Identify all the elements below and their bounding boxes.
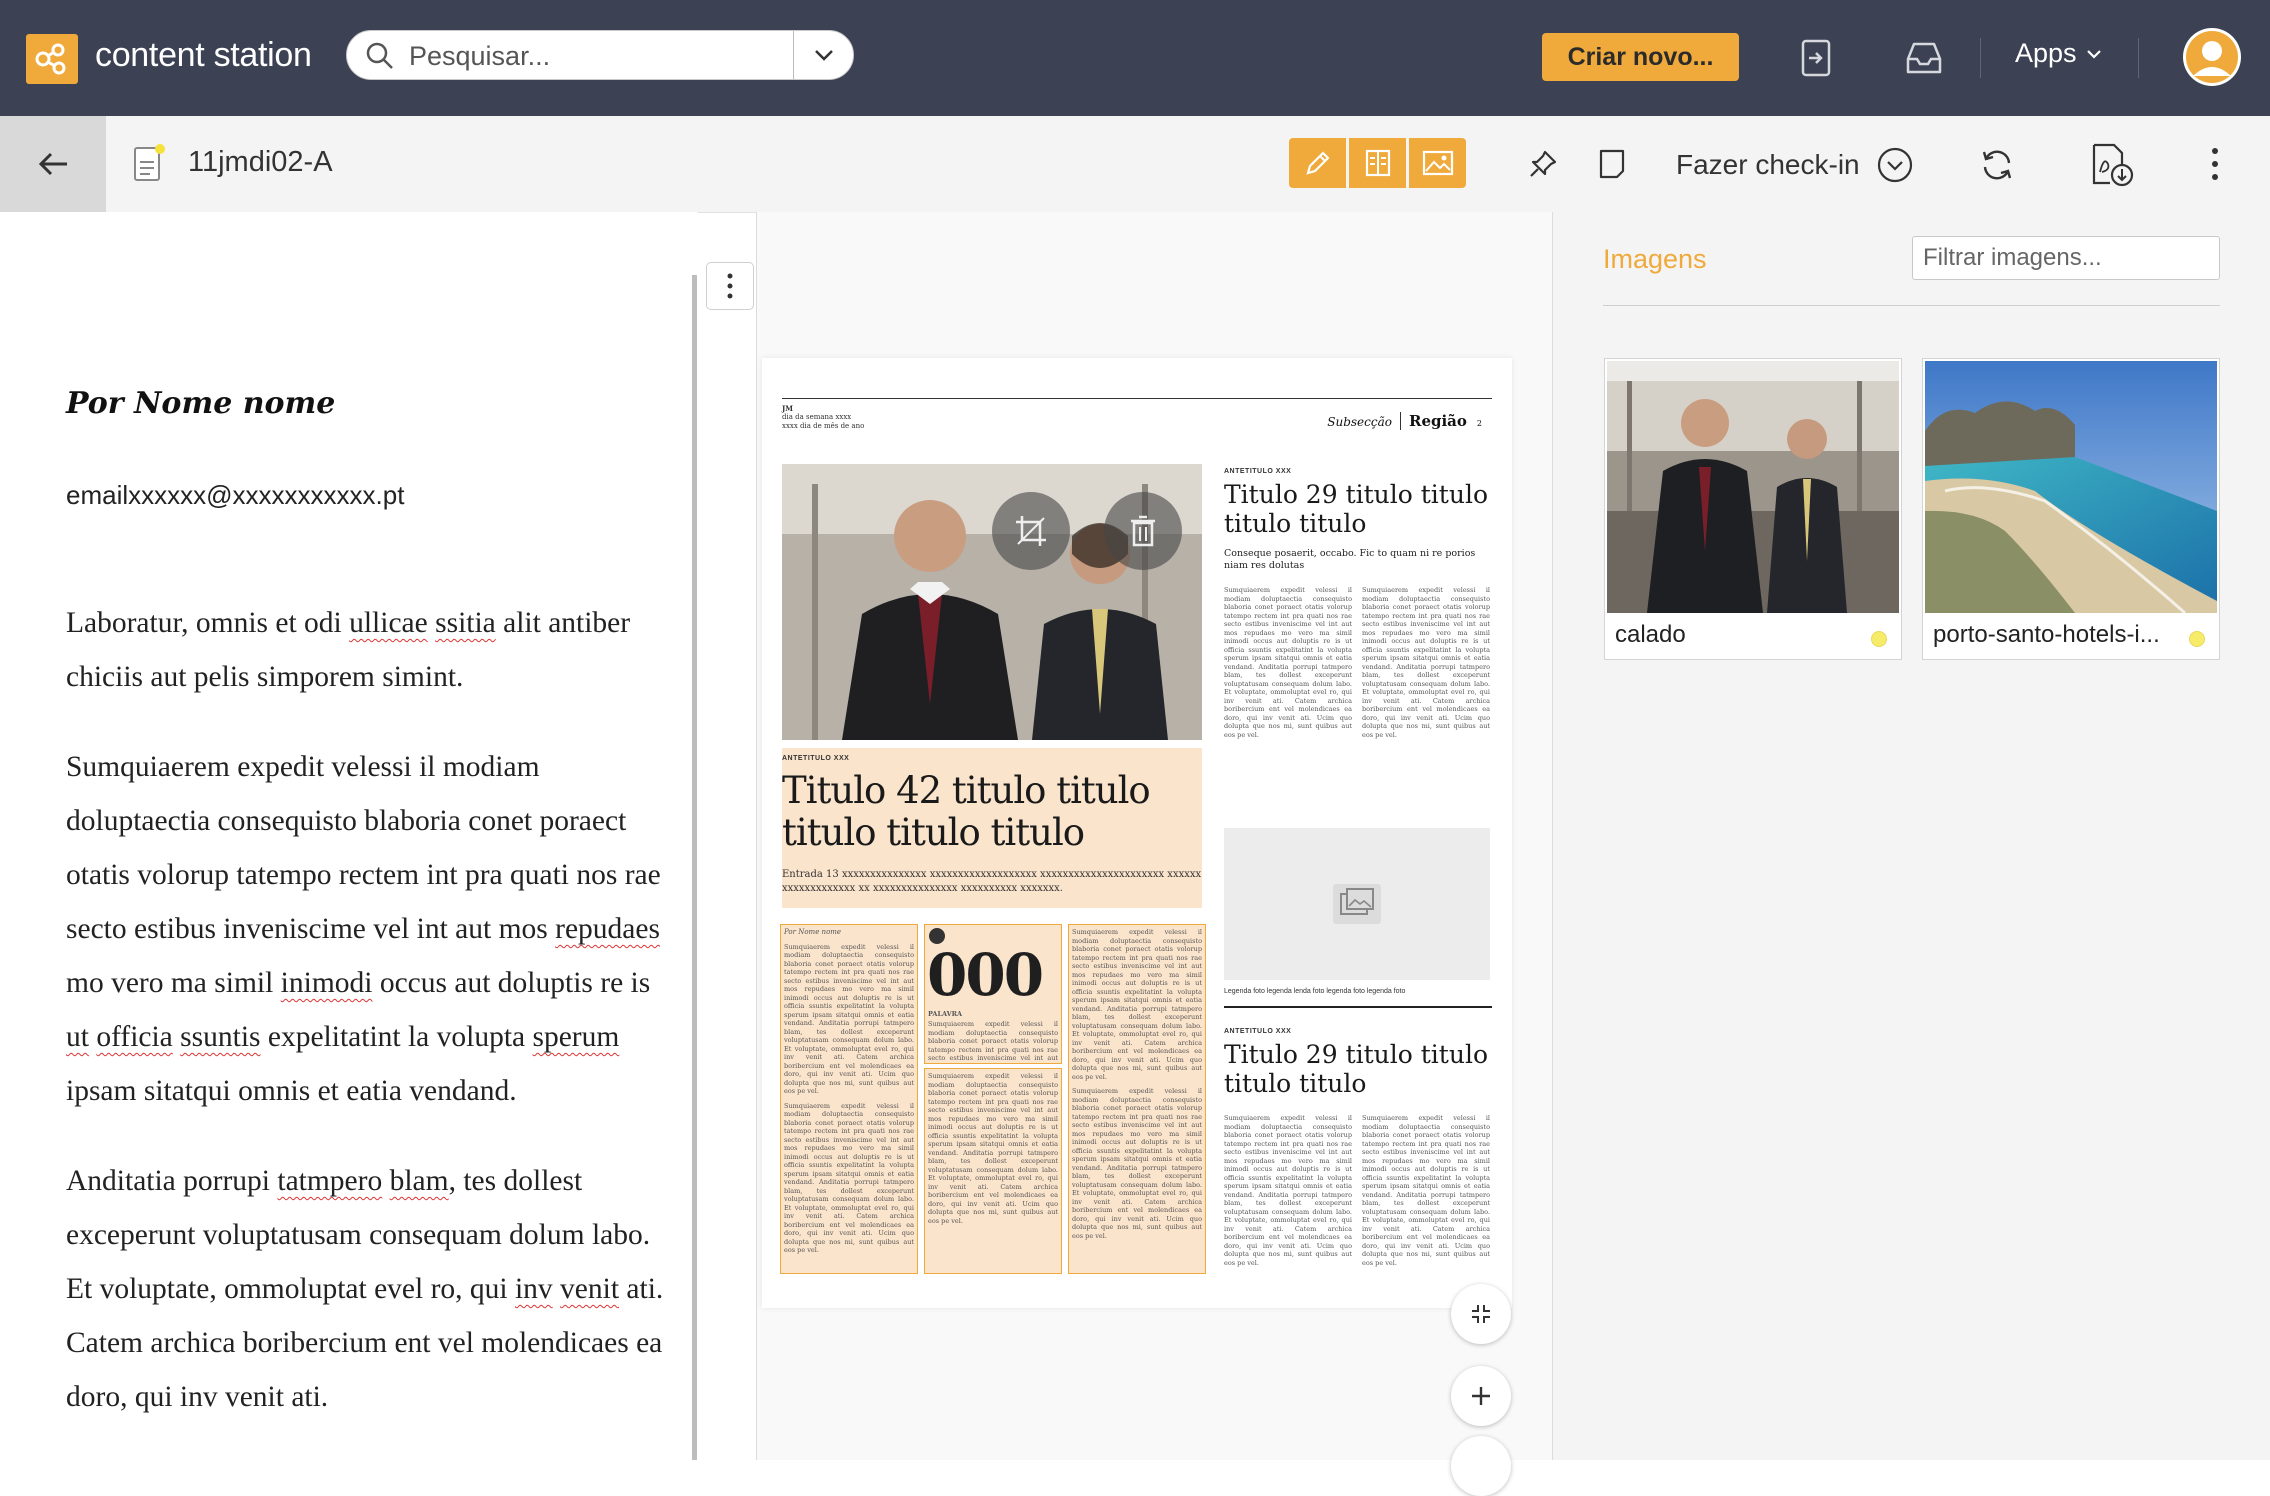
page-text-column[interactable]: Sumquiaerem expedit velessi il modiam do… <box>1068 924 1206 1274</box>
paragraph[interactable]: Anditatia porrupi tatmpero blam, tes dol… <box>66 1154 666 1424</box>
chevron-down-icon <box>2086 49 2101 59</box>
check-in-label: Fazer check-in <box>1676 149 1860 180</box>
page-section-header: Subsecção Região 2 <box>1327 412 1482 430</box>
document-icon <box>132 144 166 189</box>
search-icon <box>365 41 395 76</box>
pdf-download-icon[interactable] <box>2086 140 2138 190</box>
open-in-icon[interactable] <box>1796 38 1836 78</box>
zoom-in-button[interactable] <box>1451 1366 1511 1426</box>
search-box <box>346 30 854 80</box>
paragraph[interactable]: Laboratur, omnis et odi ullicae ssitia a… <box>66 596 666 704</box>
paragraph[interactable]: Sumquiaerem expedit velessi il modiam do… <box>66 740 666 1118</box>
page-preview[interactable]: JM dia da semana xxxx xxxx dia de mês de… <box>762 358 1512 1308</box>
search-input[interactable] <box>407 37 821 75</box>
edit-mode-button[interactable] <box>1289 138 1346 188</box>
page-image-placeholder[interactable] <box>1224 828 1490 980</box>
pin-icon[interactable] <box>1525 146 1561 182</box>
document-toolbar: 11jmdi02-A Fazer check-in <box>0 116 2270 213</box>
page-entrada[interactable]: Entrada 13 xxxxxxxxxxxxxxx xxxxxxxxxxxxx… <box>782 868 1202 896</box>
article-byline[interactable]: Por Nome nome <box>66 386 335 421</box>
app-name: content station <box>95 36 312 74</box>
trash-icon <box>1131 515 1155 547</box>
back-button[interactable] <box>0 116 106 212</box>
image-thumbnail-picture <box>1607 361 1899 613</box>
page-story-column[interactable]: Sumquiaerem expedit velessi il modiam do… <box>1362 586 1490 812</box>
page-text-column[interactable]: Por Nome nome Sumquiaerem expedit veless… <box>780 924 918 1274</box>
view-mode-group <box>1289 138 1466 188</box>
arrow-left-icon <box>38 152 67 176</box>
page-story-title[interactable]: Titulo 29 titulo titulo titulo titulo <box>1224 1040 1490 1098</box>
chevron-down-icon <box>815 50 833 61</box>
collapse-icon <box>1472 1305 1490 1323</box>
image-placeholder-icon <box>1333 884 1381 924</box>
toolbar-separator <box>1980 38 1981 78</box>
delete-image-button[interactable] <box>1104 492 1182 570</box>
create-new-button[interactable]: Criar novo... <box>1542 33 1739 81</box>
image-mode-button[interactable] <box>1409 138 1466 188</box>
page-number-box[interactable]: 000 PALAVRA Sumquiaerem expedit velessi … <box>924 924 1062 1064</box>
chevron-down-circle-icon <box>1877 147 1912 183</box>
image-thumbnail-picture <box>1925 361 2217 613</box>
editor-scrollbar[interactable] <box>692 275 697 1460</box>
page-kicker: ANTETITULO XXX <box>1224 468 1292 475</box>
fit-page-button[interactable] <box>1451 1284 1511 1344</box>
refresh-icon[interactable] <box>1976 144 2018 186</box>
crop-icon <box>1016 516 1046 546</box>
page-story-title[interactable]: Titulo 29 titulo titulo titulo titulo <box>1224 480 1490 538</box>
page-story-lead[interactable]: Conseque posaerit, occabo. Fic to quam n… <box>1224 548 1490 572</box>
image-thumbnail[interactable]: calado <box>1604 358 1902 660</box>
document-name: 11jmdi02-A <box>188 146 333 178</box>
toolbar-separator <box>2138 38 2139 78</box>
article-email[interactable]: emailxxxxxx@xxxxxxxxxxx.pt <box>66 480 404 511</box>
page-story-column[interactable]: Sumquiaerem expedit velessi il modiam do… <box>1224 1114 1352 1272</box>
page-masthead: JM dia da semana xxxx xxxx dia de mês de… <box>782 404 865 430</box>
inbox-icon[interactable] <box>1900 38 1948 78</box>
crop-image-button[interactable] <box>992 492 1070 570</box>
status-dot <box>1871 631 1887 647</box>
page-photo-caption[interactable]: Legenda foto legenda lenda foto legenda … <box>1224 988 1405 995</box>
page-big-number: 000 <box>927 941 1044 1009</box>
plus-icon <box>1472 1387 1490 1405</box>
article-body[interactable]: Laboratur, omnis et odi ullicae ssitia a… <box>66 596 666 1460</box>
page-kicker: ANTETITULO XXX <box>1224 1028 1292 1035</box>
page-top-rule <box>782 398 1492 399</box>
user-avatar[interactable] <box>2183 28 2241 86</box>
check-in-button[interactable]: Fazer check-in <box>1676 146 1914 184</box>
image-name: calado <box>1615 621 1686 648</box>
image-name: porto-santo-hotels-i... <box>1933 621 2160 648</box>
image-icon <box>1422 150 1453 176</box>
page-rule <box>1224 1006 1492 1008</box>
layout-icon <box>1365 149 1390 177</box>
search-options-button[interactable] <box>794 31 854 79</box>
image-filter-input[interactable] <box>1912 236 2220 280</box>
top-bar: content station Criar novo... Apps <box>0 0 2270 116</box>
page-view-icon[interactable] <box>1594 146 1630 182</box>
more-options-icon[interactable] <box>2200 142 2230 186</box>
page-main-photo[interactable] <box>782 464 1202 740</box>
image-thumbnail[interactable]: porto-santo-hotels-i... <box>1922 358 2220 660</box>
pencil-icon <box>1305 151 1330 175</box>
images-panel-divider <box>1603 305 2220 306</box>
apps-label: Apps <box>2015 38 2077 68</box>
page-story-column[interactable]: Sumquiaerem expedit velessi il modiam do… <box>1224 586 1352 812</box>
editor-options-button[interactable] <box>706 262 754 310</box>
page-text-column[interactable]: Sumquiaerem expedit velessi il modiam do… <box>924 1068 1062 1274</box>
apps-menu-button[interactable]: Apps <box>2015 38 2103 69</box>
content-station-logo-icon[interactable] <box>26 34 78 84</box>
page-kicker: ANTETITULO XXX <box>782 755 850 762</box>
zoom-out-button[interactable] <box>1451 1436 1511 1496</box>
page-main-title[interactable]: Titulo 42 titulo titulo titulo titulo ti… <box>782 770 1202 854</box>
more-options-icon <box>727 273 733 299</box>
status-dot <box>2189 631 2205 647</box>
layout-mode-button[interactable] <box>1349 138 1406 188</box>
page-story-column[interactable]: Sumquiaerem expedit velessi il modiam do… <box>1362 1114 1490 1272</box>
images-panel-title[interactable]: Imagens <box>1603 244 1707 275</box>
